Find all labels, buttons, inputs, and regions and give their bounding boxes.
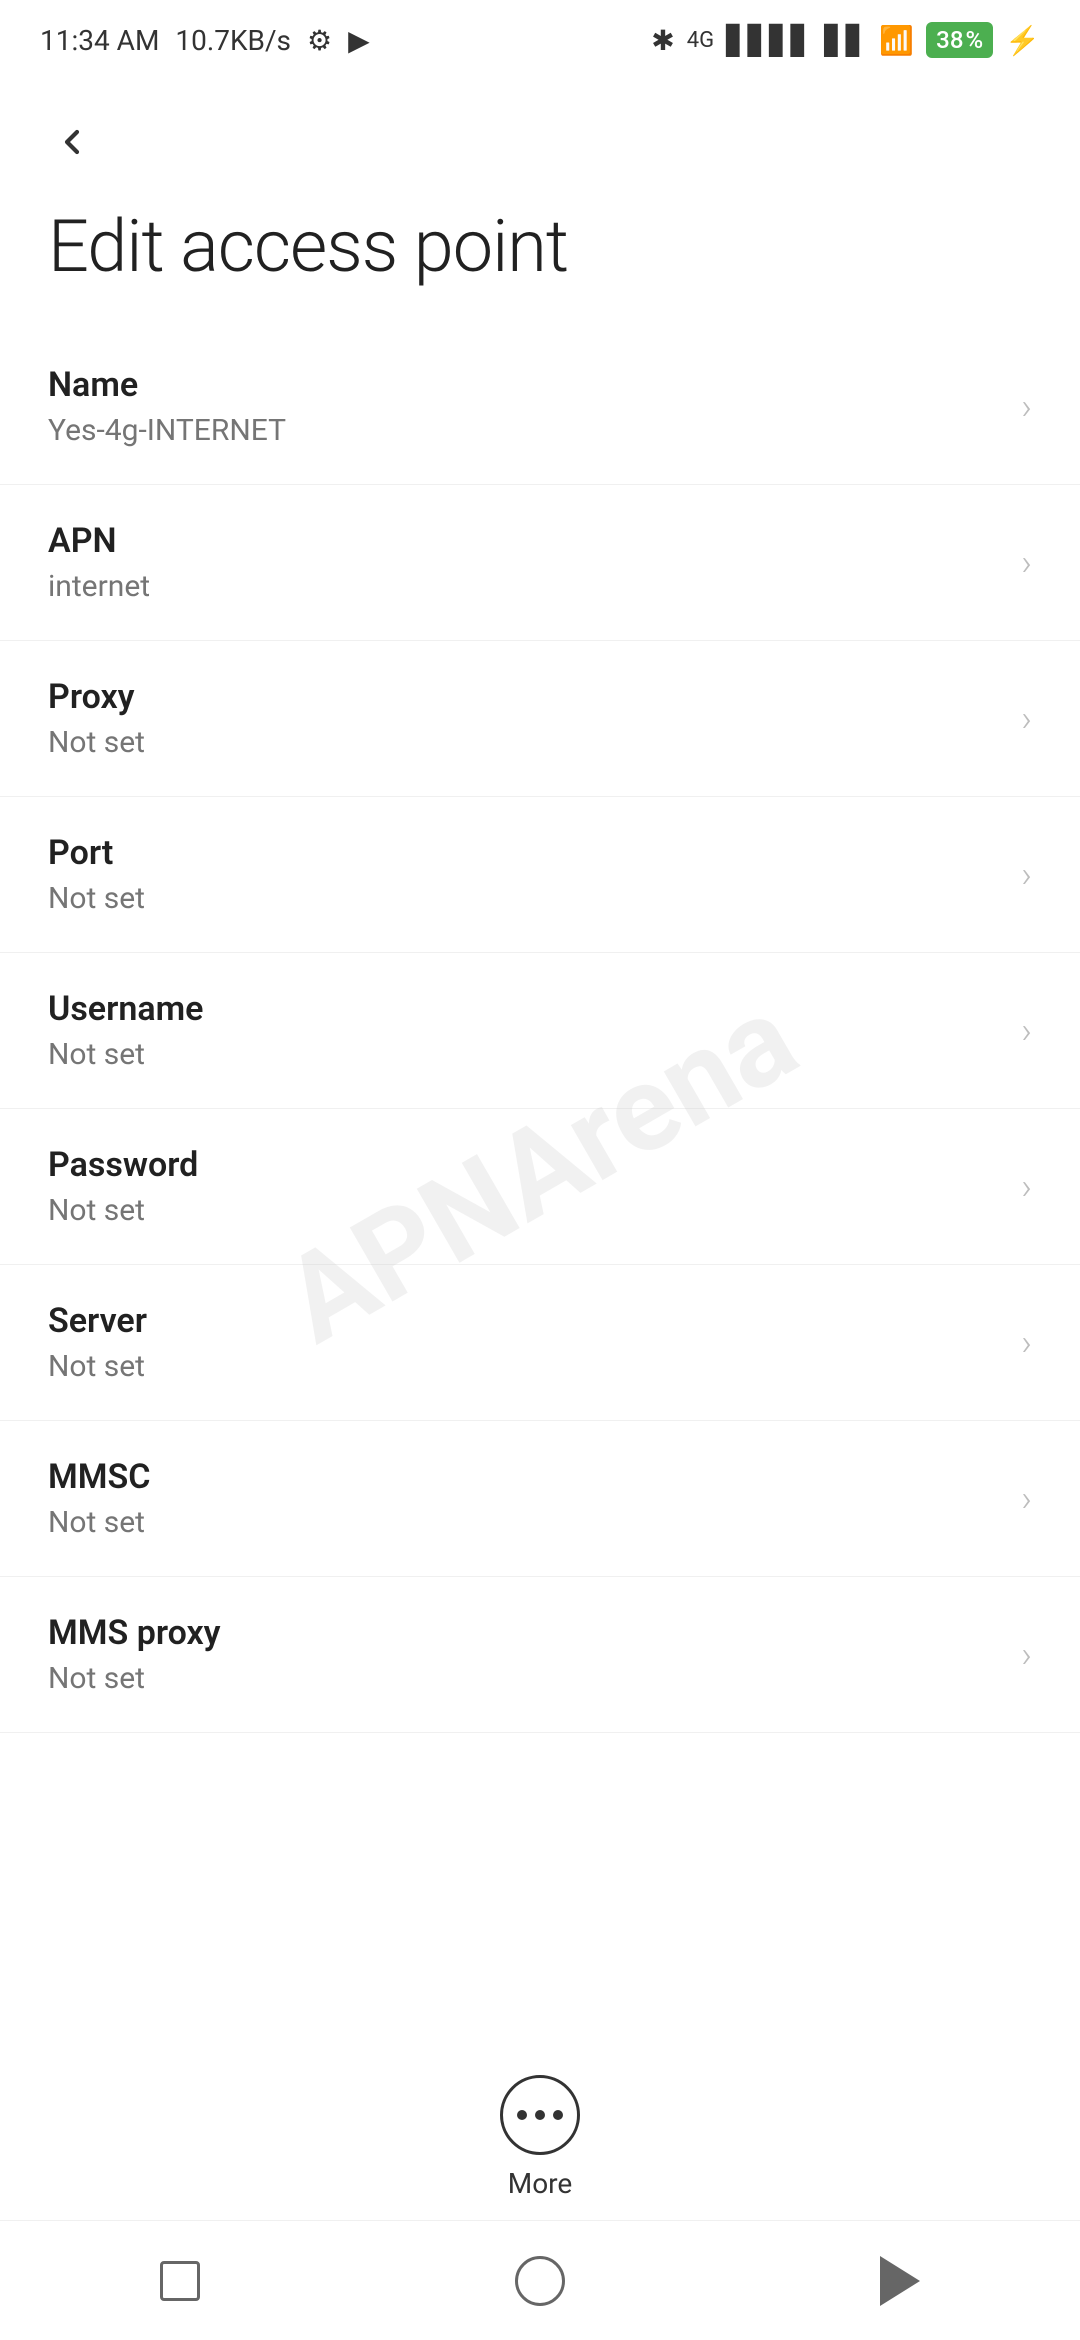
navigation-bar: [0, 2220, 1080, 2340]
settings-item-mmsc-content: MMSC Not set: [48, 1457, 150, 1540]
settings-label-mmsc: MMSC: [48, 1457, 150, 1497]
charging-icon: ⚡: [1005, 24, 1040, 57]
more-dot-3: [553, 2110, 563, 2120]
chevron-right-port: ›: [1021, 854, 1032, 896]
settings-item-apn[interactable]: APN internet ›: [0, 485, 1080, 641]
settings-item-proxy[interactable]: Proxy Not set ›: [0, 641, 1080, 797]
settings-value-name: Yes-4g-INTERNET: [48, 413, 286, 448]
settings-item-port-content: Port Not set: [48, 833, 145, 916]
settings-value-mms-proxy: Not set: [48, 1661, 221, 1696]
more-button[interactable]: More: [500, 2075, 580, 2200]
settings-value-apn: internet: [48, 569, 150, 604]
settings-item-mms-proxy-content: MMS proxy Not set: [48, 1613, 221, 1696]
signal-bars2-icon: ▋▋: [824, 24, 867, 57]
chevron-right-server: ›: [1021, 1322, 1032, 1364]
back-navigation: [0, 80, 1080, 184]
back-button[interactable]: [40, 110, 104, 174]
settings-item-mms-proxy[interactable]: MMS proxy Not set ›: [0, 1577, 1080, 1733]
settings-value-mmsc: Not set: [48, 1505, 150, 1540]
battery-level: 38: [936, 26, 963, 54]
more-dots-icon: [517, 2110, 563, 2120]
settings-item-server-content: Server Not set: [48, 1301, 147, 1384]
status-right: ✱ 4G ▋▋▋▋ ▋▋ 📶 38 % ⚡: [651, 22, 1040, 58]
settings-value-server: Not set: [48, 1349, 147, 1384]
system-back-button[interactable]: [860, 2241, 940, 2321]
page-title: Edit access point: [0, 184, 1080, 329]
settings-label-server: Server: [48, 1301, 147, 1341]
settings-value-proxy: Not set: [48, 725, 145, 760]
settings-label-proxy: Proxy: [48, 677, 145, 717]
settings-item-name[interactable]: Name Yes-4g-INTERNET ›: [0, 329, 1080, 485]
settings-item-username[interactable]: Username Not set ›: [0, 953, 1080, 1109]
chevron-right-apn: ›: [1021, 542, 1032, 584]
settings-item-mmsc[interactable]: MMSC Not set ›: [0, 1421, 1080, 1577]
more-circle-icon: [500, 2075, 580, 2155]
settings-icon: ⚙: [307, 24, 332, 57]
home-icon: [515, 2256, 565, 2306]
settings-label-apn: APN: [48, 521, 150, 561]
settings-item-proxy-content: Proxy Not set: [48, 677, 145, 760]
settings-label-username: Username: [48, 989, 203, 1029]
more-dot-2: [535, 2110, 545, 2120]
status-left: 11:34 AM 10.7KB/s ⚙ ▶: [40, 24, 370, 57]
back-triangle-icon: [880, 2256, 920, 2306]
recent-apps-icon: [160, 2261, 200, 2301]
settings-label-password: Password: [48, 1145, 198, 1185]
chevron-right-name: ›: [1021, 386, 1032, 428]
chevron-right-mmsc: ›: [1021, 1478, 1032, 1520]
more-dot-1: [517, 2110, 527, 2120]
bottom-bar: More: [0, 2055, 1080, 2220]
status-bar: 11:34 AM 10.7KB/s ⚙ ▶ ✱ 4G ▋▋▋▋ ▋▋ 📶 38 …: [0, 0, 1080, 80]
settings-item-server[interactable]: Server Not set ›: [0, 1265, 1080, 1421]
settings-item-username-content: Username Not set: [48, 989, 203, 1072]
more-label: More: [508, 2167, 573, 2200]
settings-item-apn-content: APN internet: [48, 521, 150, 604]
chevron-right-mms-proxy: ›: [1021, 1634, 1032, 1676]
time-label: 11:34 AM: [40, 24, 159, 57]
home-button[interactable]: [500, 2241, 580, 2321]
battery-indicator: 38 %: [926, 22, 993, 58]
settings-item-password[interactable]: Password Not set ›: [0, 1109, 1080, 1265]
recent-apps-button[interactable]: [140, 2241, 220, 2321]
signal-4g-icon: 4G: [687, 28, 714, 53]
network-speed: 10.7KB/s: [175, 24, 291, 57]
settings-label-port: Port: [48, 833, 145, 873]
settings-item-name-content: Name Yes-4g-INTERNET: [48, 365, 286, 448]
settings-value-password: Not set: [48, 1193, 198, 1228]
settings-label-name: Name: [48, 365, 286, 405]
settings-label-mms-proxy: MMS proxy: [48, 1613, 221, 1653]
signal-bars-icon: ▋▋▋▋: [726, 24, 812, 57]
bluetooth-icon: ✱: [651, 24, 674, 57]
wifi-icon: 📶: [879, 24, 914, 57]
settings-item-port[interactable]: Port Not set ›: [0, 797, 1080, 953]
settings-value-port: Not set: [48, 881, 145, 916]
chevron-right-proxy: ›: [1021, 698, 1032, 740]
video-icon: ▶: [348, 24, 370, 57]
settings-list: Name Yes-4g-INTERNET › APN internet › Pr…: [0, 329, 1080, 1733]
chevron-right-password: ›: [1021, 1166, 1032, 1208]
chevron-right-username: ›: [1021, 1010, 1032, 1052]
settings-value-username: Not set: [48, 1037, 203, 1072]
settings-item-password-content: Password Not set: [48, 1145, 198, 1228]
